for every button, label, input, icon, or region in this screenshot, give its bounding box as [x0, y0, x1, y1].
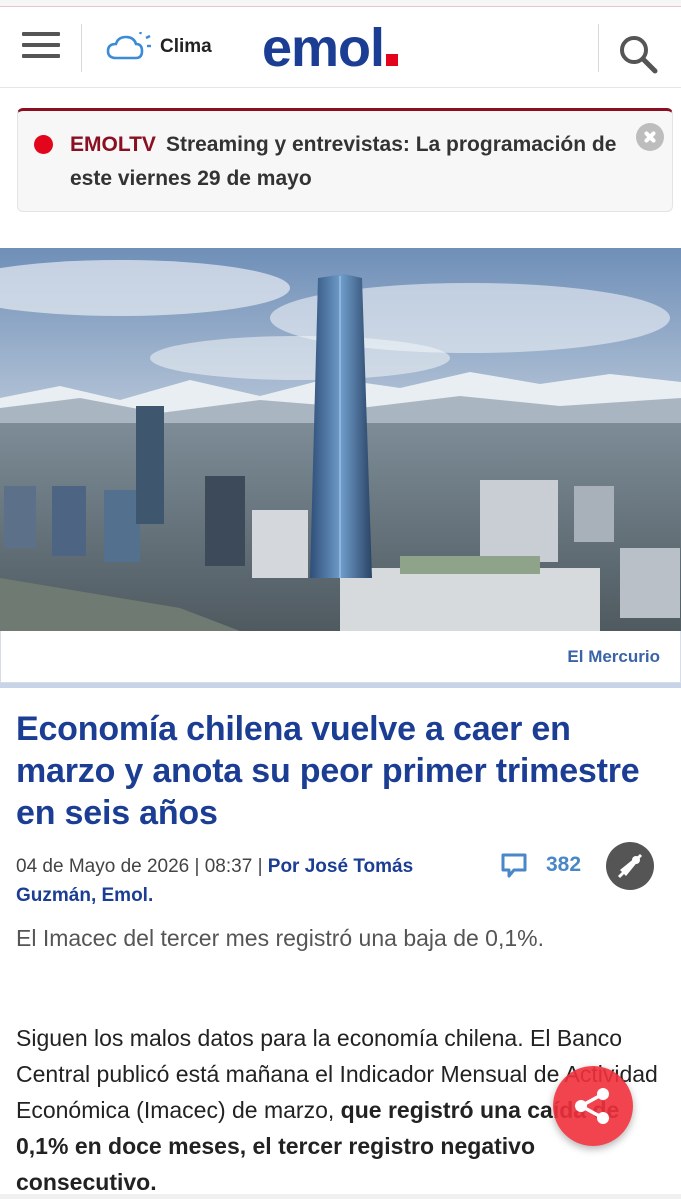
- close-icon[interactable]: [636, 123, 664, 151]
- audio-off-icon: [617, 853, 643, 879]
- header-divider: [81, 24, 82, 72]
- article-date: 04 de Mayo de 2026 | 08:37 |: [16, 856, 263, 877]
- article-meta: 04 de Mayo de 2026 | 08:37 | Por José To…: [16, 852, 486, 910]
- article-subtitle: El Imacec del tercer mes registró una ba…: [16, 925, 544, 951]
- header-divider: [598, 24, 599, 72]
- hamburger-menu-icon[interactable]: [22, 32, 60, 62]
- article-headline: Economía chilena vuelve a caer en marzo …: [16, 710, 640, 832]
- comment-bubble-icon: [501, 853, 527, 878]
- banner-text: EMOLTV Streaming y entrevistas: La progra…: [70, 128, 630, 196]
- audio-button[interactable]: [606, 842, 654, 890]
- site-header: Clima emol: [0, 8, 681, 88]
- search-icon: [620, 36, 658, 74]
- comments-count: 382: [546, 853, 582, 876]
- search-button[interactable]: [618, 34, 658, 74]
- share-button[interactable]: [553, 1066, 633, 1146]
- bottom-edge: [0, 1194, 681, 1199]
- photo-credit-bar: El Mercurio: [0, 631, 681, 683]
- banner-tag: EMOLTV: [70, 133, 156, 156]
- logo-text: emol: [262, 18, 385, 78]
- live-dot-icon: [34, 135, 53, 154]
- logo-red-dot: [386, 54, 399, 66]
- weather-link[interactable]: Clima: [106, 30, 212, 64]
- santiago-skyline-image: [0, 248, 681, 631]
- weather-label: Clima: [160, 36, 212, 57]
- cloud-sun-icon: [106, 32, 151, 60]
- emoltv-banner[interactable]: EMOLTV Streaming y entrevistas: La progra…: [17, 108, 673, 212]
- top-accent-line: [0, 0, 681, 7]
- photo-credit: El Mercurio: [567, 647, 660, 666]
- emol-logo[interactable]: emol: [262, 18, 399, 78]
- share-icon: [575, 1088, 609, 1124]
- article-photo: [0, 248, 681, 631]
- photo-bottom-border: [0, 683, 681, 688]
- comments-link[interactable]: 382: [500, 849, 581, 881]
